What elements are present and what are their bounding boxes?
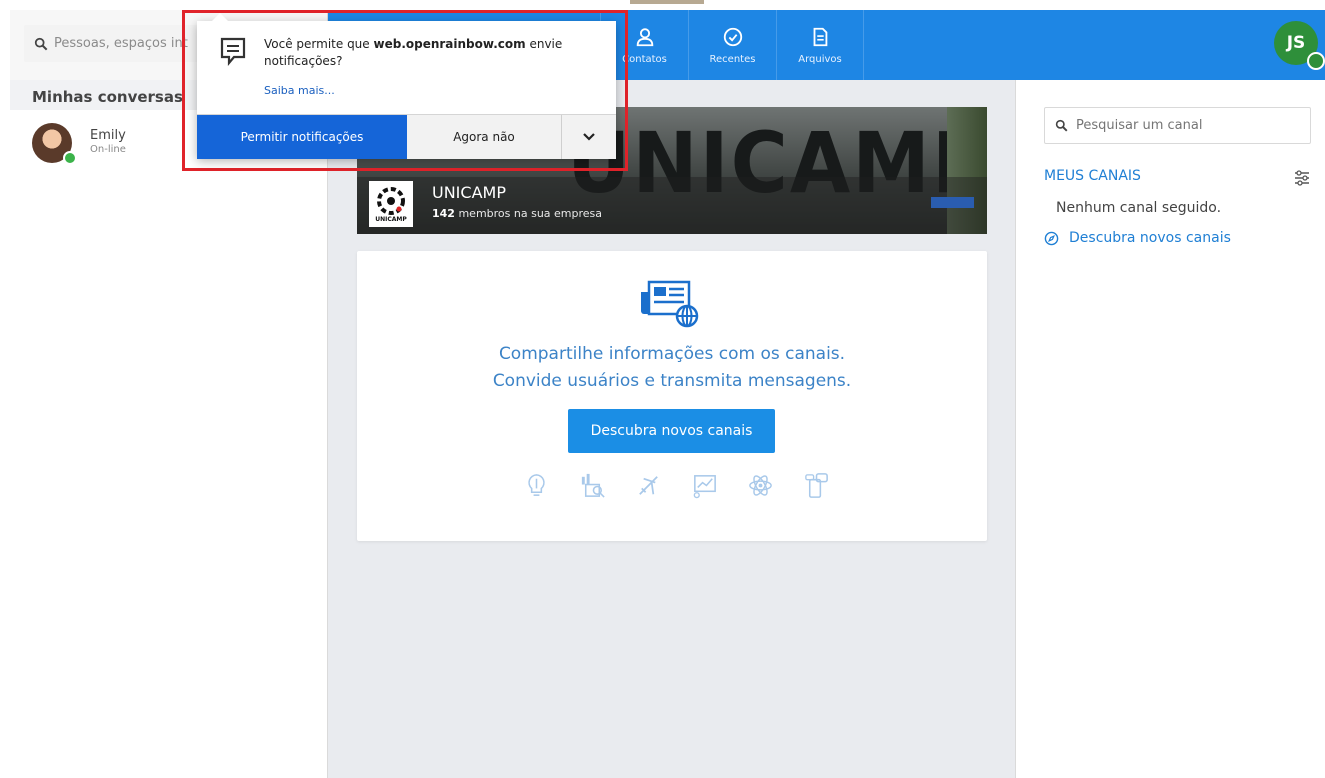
popup-message: Você permite que web.openrainbow.com env…	[264, 36, 584, 70]
not-now-button[interactable]: Agora não	[407, 115, 562, 159]
popup-actions: Permitir notificações Agora não	[197, 114, 616, 159]
banner-tag	[931, 197, 974, 208]
channels-card: Compartilhe informações com os canais. C…	[357, 251, 987, 541]
channels-info-line2: Convide usuários e transmita mensagens.	[492, 371, 852, 391]
atom-icon	[749, 475, 772, 496]
chat-bubble-icon	[220, 37, 246, 67]
contact-avatar	[32, 123, 77, 165]
person-icon	[636, 27, 653, 46]
document-icon	[813, 27, 828, 46]
channel-news-icon	[641, 280, 699, 328]
nav-contatos-label: Contatos	[622, 53, 667, 65]
user-avatar[interactable]: JS	[1274, 21, 1325, 70]
analytics-icon	[581, 473, 605, 498]
window-top-strip	[630, 0, 704, 4]
notification-permission-popup: Você permite que web.openrainbow.com env…	[197, 13, 616, 159]
unicamp-logo-icon	[377, 186, 405, 215]
filter-sliders-icon[interactable]	[1294, 170, 1310, 186]
learn-more-link[interactable]: Saiba mais...	[264, 84, 335, 97]
airplane-icon	[639, 476, 658, 495]
popup-pointer	[212, 13, 228, 21]
discover-channels-link-label: Descubra novos canais	[1069, 230, 1231, 246]
user-initials: JS	[1286, 33, 1306, 53]
more-options-button[interactable]	[562, 115, 616, 159]
contact-status: On-line	[90, 144, 126, 155]
company-logo-text: UNICAMP	[375, 215, 407, 223]
search-icon	[34, 37, 48, 50]
conversation-item[interactable]: Emily On-line	[32, 123, 126, 165]
channel-category-icons	[522, 471, 831, 500]
company-members: 142 membros na sua empresa	[432, 207, 602, 220]
channel-search-input[interactable]	[1076, 118, 1296, 133]
conversations-panel: Minhas conversas Emily On-line	[10, 80, 328, 778]
company-logo: UNICAMP	[369, 181, 413, 227]
members-text: membros na sua empresa	[458, 207, 603, 220]
chart-board-icon	[693, 475, 716, 499]
compass-icon	[1044, 231, 1059, 245]
user-status-indicator	[1307, 52, 1325, 70]
company-title: UNICAMP	[432, 183, 506, 202]
contact-name: Emily	[90, 128, 126, 143]
online-indicator	[63, 151, 77, 165]
popup-site: web.openrainbow.com	[373, 37, 526, 51]
popup-message-prefix: Você permite que	[264, 37, 370, 51]
channels-sidebar: MEUS CANAIS Nenhum canal seguido. Descub…	[1015, 80, 1325, 778]
nav-arquivos-label: Arquivos	[798, 53, 842, 65]
search-icon	[1055, 119, 1068, 132]
channels-info-line1: Compartilhe informações com os canais.	[498, 344, 846, 364]
nav-arquivos[interactable]: Arquivos	[776, 10, 864, 80]
lightbulb-icon	[528, 474, 545, 496]
channel-search[interactable]	[1044, 107, 1311, 144]
members-count: 142	[432, 207, 455, 220]
my-channels-heading: MEUS CANAIS	[1044, 168, 1141, 184]
no-channels-text: Nenhum canal seguido.	[1056, 200, 1222, 216]
nav-recentes-label: Recentes	[709, 53, 756, 65]
main-nav: Contatos Recentes Arquivos	[600, 10, 864, 80]
chevron-down-icon	[583, 133, 595, 141]
nav-recentes[interactable]: Recentes	[688, 10, 776, 80]
clock-icon	[723, 27, 742, 46]
allow-notifications-button[interactable]: Permitir notificações	[197, 115, 407, 159]
mobile-chat-icon	[805, 473, 828, 498]
discover-channels-button[interactable]: Descubra novos canais	[568, 409, 775, 453]
discover-channels-link[interactable]: Descubra novos canais	[1044, 230, 1231, 246]
contact-info: Emily On-line	[90, 129, 126, 157]
